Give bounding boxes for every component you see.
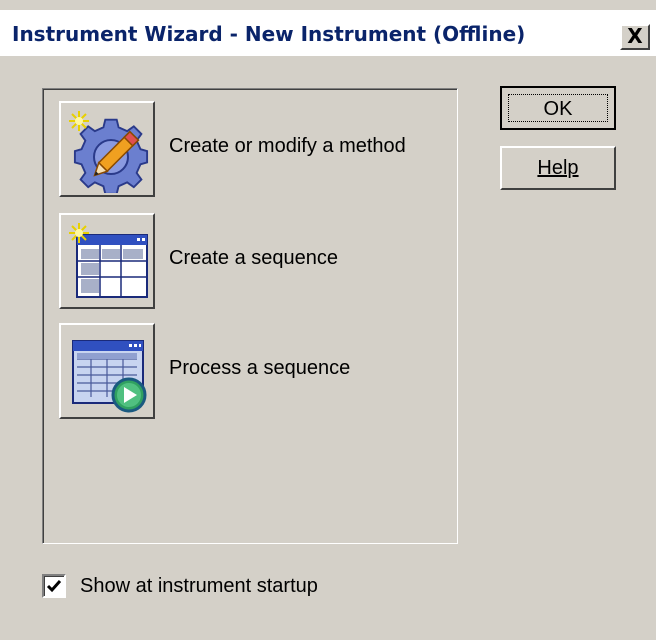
close-button[interactable]: X <box>620 24 650 50</box>
title-bar: Instrument Wizard - New Instrument (Offl… <box>0 10 656 56</box>
create-method-button[interactable] <box>59 101 155 197</box>
ok-button[interactable]: OK <box>500 86 616 130</box>
action-create-sequence: Create a sequence <box>59 213 449 311</box>
process-sequence-button[interactable] <box>59 323 155 419</box>
show-at-startup-label: Show at instrument startup <box>80 575 318 597</box>
sequence-table-icon <box>69 223 148 298</box>
action-process-sequence: Process a sequence <box>59 323 449 421</box>
help-button[interactable]: Help <box>500 146 616 190</box>
checkmark-icon <box>46 580 62 593</box>
action-create-method: Create or modify a method <box>59 101 449 199</box>
actions-panel: Create or modify a method Create a seque… <box>42 88 458 544</box>
ok-button-label: OK <box>508 94 608 122</box>
close-icon: X <box>627 24 643 48</box>
instrument-wizard-dialog: Instrument Wizard - New Instrument (Offl… <box>0 0 656 640</box>
create-method-label: Create or modify a method <box>169 135 406 157</box>
create-sequence-button[interactable] <box>59 213 155 309</box>
process-sequence-label: Process a sequence <box>169 357 351 379</box>
window-title: Instrument Wizard - New Instrument (Offl… <box>12 22 526 46</box>
method-gear-pencil-icon <box>69 111 149 193</box>
create-sequence-label: Create a sequence <box>169 247 339 269</box>
show-at-startup-checkbox[interactable] <box>42 574 66 598</box>
dialog-body: Create or modify a method Create a seque… <box>8 56 648 640</box>
process-sequence-icon <box>72 340 147 413</box>
help-button-label: Help <box>537 157 579 179</box>
